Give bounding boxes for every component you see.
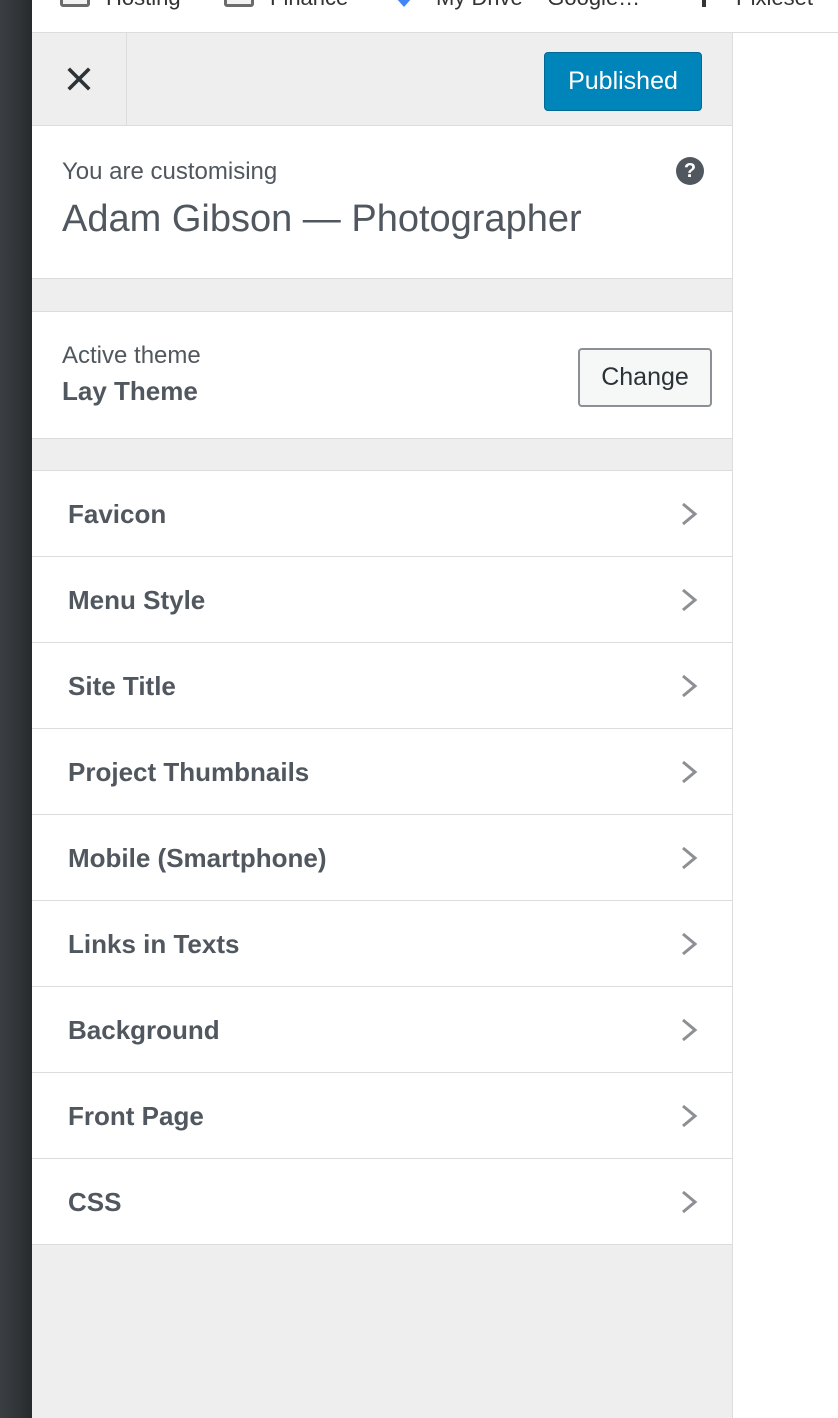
help-icon[interactable]: ? xyxy=(676,157,704,185)
chevron-right-icon xyxy=(682,588,698,612)
section-label: CSS xyxy=(68,1187,122,1217)
site-title: Adam Gibson — Photographer xyxy=(62,198,582,240)
section-label: Mobile (Smartphone) xyxy=(68,843,327,873)
chevron-right-icon xyxy=(682,1104,698,1128)
customizer-header: Published xyxy=(32,33,732,126)
section-links-in-texts[interactable]: Links in Texts xyxy=(32,901,732,987)
chevron-right-icon xyxy=(682,846,698,870)
published-button[interactable]: Published xyxy=(544,52,702,111)
folder-icon xyxy=(224,0,254,7)
customizer-sidebar: Published You are customising Adam Gibso… xyxy=(32,33,733,1418)
bookmark-label: Hosting xyxy=(106,0,181,11)
chevron-right-icon xyxy=(682,1018,698,1042)
bookmark-hosting[interactable]: Hosting xyxy=(60,0,181,10)
section-css[interactable]: CSS xyxy=(32,1159,732,1245)
section-label: Favicon xyxy=(68,499,167,529)
bookmark-label: Finance xyxy=(270,0,348,11)
section-front-page[interactable]: Front Page xyxy=(32,1073,732,1159)
customizer-sections: Favicon Menu Style Site Title Project Th… xyxy=(32,470,732,1245)
section-background[interactable]: Background xyxy=(32,987,732,1073)
pixieset-icon xyxy=(702,0,706,7)
section-label: Site Title xyxy=(68,671,176,701)
theme-name: Lay Theme xyxy=(62,376,198,406)
section-project-thumbnails[interactable]: Project Thumbnails xyxy=(32,729,732,815)
section-label: Background xyxy=(68,1015,220,1045)
google-drive-icon xyxy=(388,0,420,7)
bookmarks-bar: Hosting Finance My Drive – Google… Pixie… xyxy=(32,0,838,33)
customizer-info: You are customising Adam Gibson — Photog… xyxy=(32,126,732,279)
section-label: Menu Style xyxy=(68,585,206,615)
close-icon xyxy=(67,67,91,91)
section-label: Project Thumbnails xyxy=(68,757,310,787)
section-mobile[interactable]: Mobile (Smartphone) xyxy=(32,815,732,901)
bookmark-label: My Drive – Google… xyxy=(436,0,640,11)
section-label: Front Page xyxy=(68,1101,204,1131)
section-favicon[interactable]: Favicon xyxy=(32,471,732,557)
active-theme-label: Active theme xyxy=(62,342,201,369)
chevron-right-icon xyxy=(682,932,698,956)
chevron-right-icon xyxy=(682,502,698,526)
chevron-right-icon xyxy=(682,674,698,698)
close-button[interactable] xyxy=(32,33,127,125)
folder-icon xyxy=(60,0,90,7)
bookmark-finance[interactable]: Finance xyxy=(224,0,348,10)
bookmark-my-drive[interactable]: My Drive – Google… xyxy=(388,0,640,10)
customising-label: You are customising xyxy=(62,158,278,185)
chevron-right-icon xyxy=(682,760,698,784)
section-site-title[interactable]: Site Title xyxy=(32,643,732,729)
window-left-edge xyxy=(0,0,32,1418)
section-menu-style[interactable]: Menu Style xyxy=(32,557,732,643)
section-label: Links in Texts xyxy=(68,929,240,959)
bookmark-label: Pixieset xyxy=(736,0,813,11)
change-theme-button[interactable]: Change xyxy=(578,348,712,407)
chevron-right-icon xyxy=(682,1190,698,1214)
active-theme-panel: Active theme Lay Theme Change xyxy=(32,311,732,439)
bookmark-pixieset[interactable]: Pixieset xyxy=(688,0,813,10)
